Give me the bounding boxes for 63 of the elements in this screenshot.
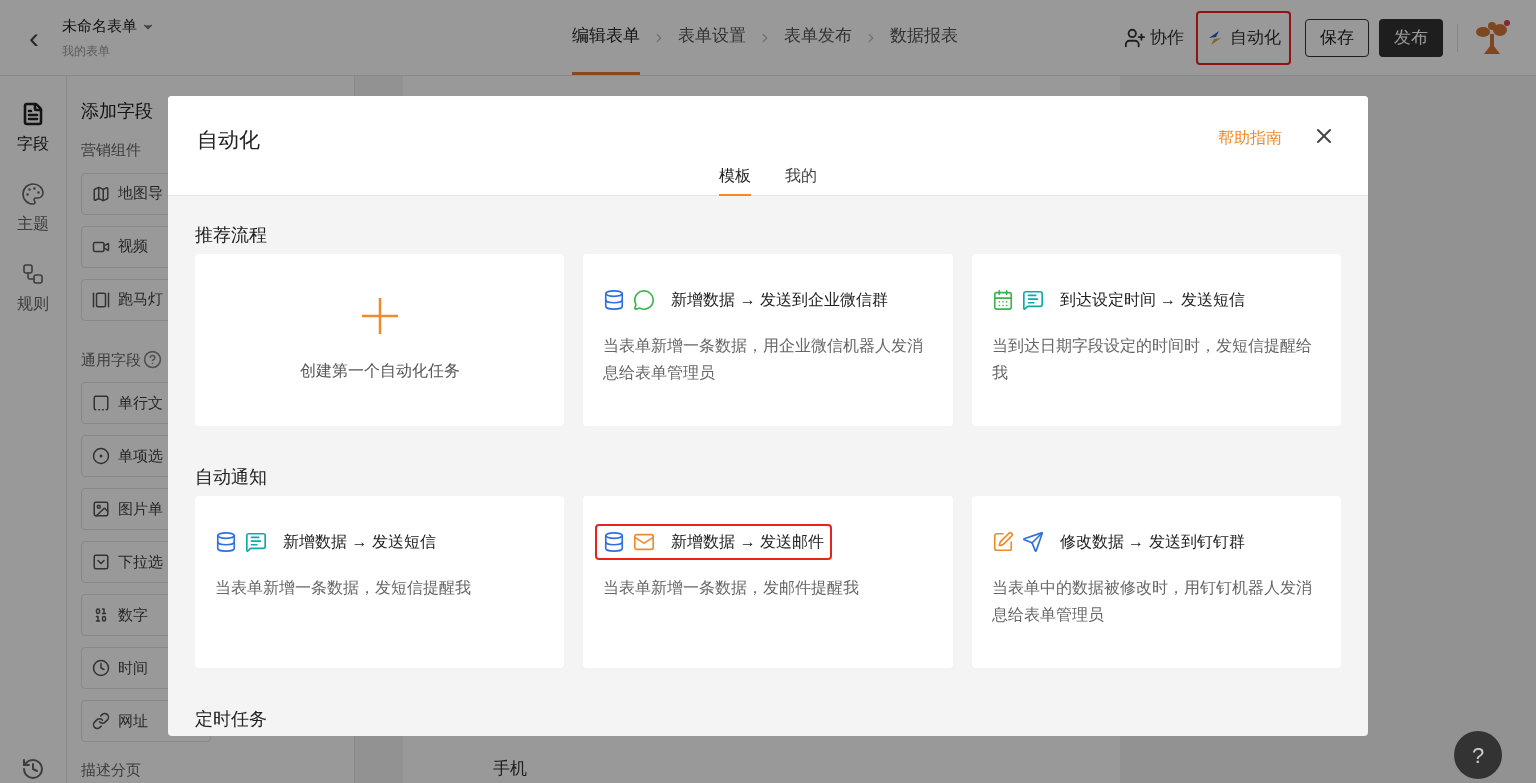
help-icon[interactable] (143, 350, 162, 370)
save-button[interactable]: 保存 (1305, 18, 1369, 57)
clock-icon (92, 659, 110, 677)
help-button[interactable]: ? (1454, 731, 1502, 779)
card-title: 修改数据 → 发送到钉钉群 (1059, 532, 1245, 552)
card-title: 到达设定时间 → 发送短信 (1059, 290, 1245, 310)
edit-icon (991, 531, 1014, 553)
card-description: 当到达日期字段设定的时间时，发短信提醒给我 (991, 336, 1313, 383)
publish-button[interactable]: 发布 (1379, 18, 1443, 57)
group-title: 营销组件 (81, 140, 141, 160)
card-description: 当表单新增一条数据，用企业微信机器人发消息给表单管理员 (603, 336, 925, 383)
form-title[interactable]: 未命名表单 (62, 15, 137, 38)
automation-button[interactable]: 自动化 (1196, 10, 1291, 65)
document-icon (21, 102, 45, 126)
send-icon (1021, 531, 1044, 553)
card-title: 新增数据 → 发送短信 (283, 532, 436, 552)
add-user-icon (1124, 26, 1146, 49)
field-label: 手机 (493, 757, 528, 780)
dropdown-icon (92, 553, 110, 571)
dialog-title: 自动化 (197, 127, 260, 153)
image-icon (92, 500, 110, 518)
rail-tab[interactable]: 规则 (17, 262, 49, 316)
calendar-icon (991, 289, 1014, 311)
card-title: 新增数据 → 发送到企业微信群 (671, 290, 889, 310)
palette-icon (21, 182, 45, 206)
map-icon (92, 184, 110, 203)
carousel-icon (92, 290, 110, 309)
database-icon (603, 531, 626, 553)
history-icon[interactable] (21, 757, 45, 781)
database-icon (603, 289, 626, 311)
database-icon (215, 531, 237, 553)
panel-title: 添加字段 (81, 100, 154, 123)
rail-tab[interactable]: 字段 (17, 102, 49, 156)
group-title: 通用字段 (81, 349, 141, 370)
card-description: 当表单新增一条数据，发短信提醒我 (215, 578, 472, 598)
template-card[interactable]: 新增数据 → 发送邮件 当表单新增一条数据，发邮件提醒我 (583, 496, 953, 668)
text-field-icon (92, 394, 110, 412)
radio-icon (92, 447, 110, 465)
chat-bubble-icon (633, 289, 656, 311)
step-tab[interactable]: 表单设置 (677, 0, 746, 75)
dialog-tab[interactable]: 模板 (719, 158, 751, 196)
template-card[interactable]: 到达设定时间 → 发送短信 当到达日期字段设定的时间时，发短信提醒给我 (971, 254, 1341, 426)
mail-icon (633, 531, 656, 553)
message-icon (1021, 289, 1044, 311)
card-title: 新增数据 → 发送邮件 (671, 532, 825, 552)
form-subtitle: 我的表单 (62, 42, 111, 60)
message-icon (245, 531, 267, 553)
flow-icon (21, 262, 45, 286)
template-card[interactable]: 新增数据 → 发送到企业微信群 当表单新增一条数据，用企业微信机器人发消息给表单管理员 (583, 254, 953, 426)
back-button[interactable]: ‹ (24, 22, 44, 53)
create-task-card[interactable]: 创建第一个自动化任务 (195, 254, 565, 426)
step-tab[interactable]: 数据报表 (889, 0, 958, 75)
template-card[interactable]: 修改数据 → 发送到钉钉群 当表单中的数据被修改时，用钉钉机器人发消息给表单管理员 (971, 496, 1341, 668)
collaborate-button[interactable]: 协作 (1124, 24, 1184, 51)
card-description: 当表单新增一条数据，发邮件提醒我 (603, 578, 861, 598)
dialog-tab[interactable]: 我的 (785, 158, 817, 196)
link-icon (92, 712, 110, 730)
plus-icon (360, 297, 399, 335)
card-description: 当表单中的数据被修改时，用钉钉机器人发消息给表单管理员 (991, 578, 1313, 625)
group-title: 描述分页 (81, 759, 142, 780)
rail-tab[interactable]: 主题 (17, 182, 49, 236)
step-tab[interactable]: 表单发布 (783, 0, 852, 75)
template-card[interactable]: 新增数据 → 发送短信 当表单新增一条数据，发短信提醒我 (195, 496, 565, 668)
